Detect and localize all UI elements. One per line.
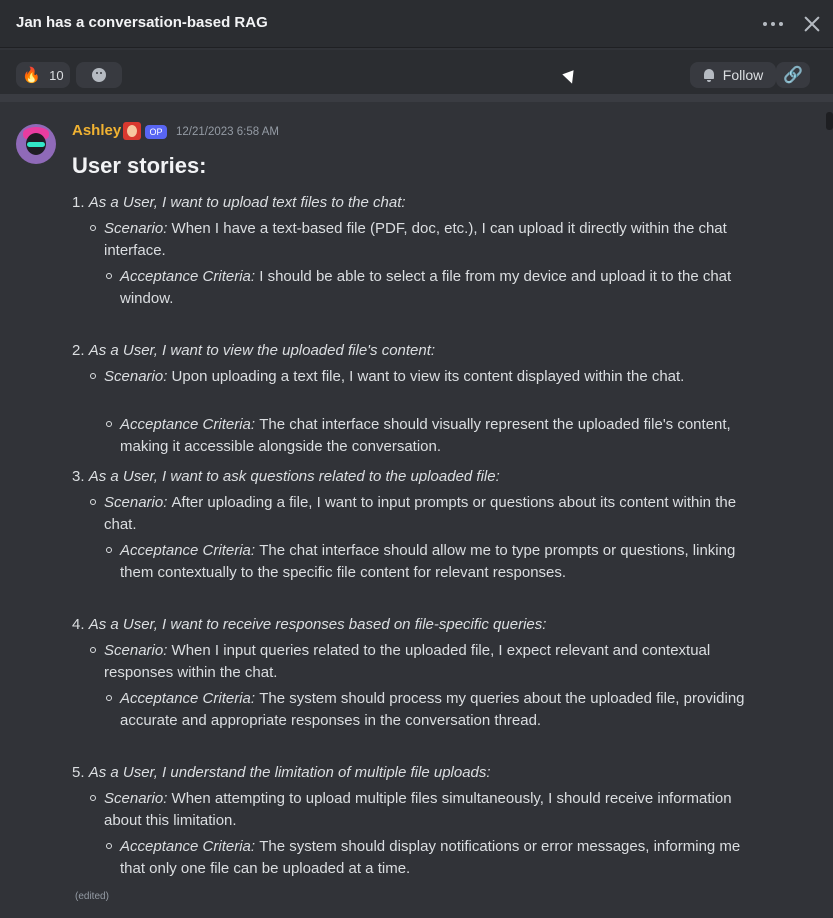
edited-label: (edited) [75, 891, 109, 902]
story-title-text: As a User, I want to upload text files t… [88, 194, 406, 211]
scenario-text: Scenario: After uploading a file, I want… [104, 494, 737, 511]
scenario-label: Scenario: [104, 642, 172, 659]
criteria-text: Acceptance Criteria: The system should d… [120, 838, 741, 855]
criteria-text: them contextually to the specific file c… [120, 564, 567, 581]
criteria-text: that only one file can be uploaded at a … [120, 860, 411, 877]
message-toolbar: 🔥 10 Follow 🔗 [0, 50, 833, 130]
scenario-bullet-icon [90, 373, 96, 379]
scenario-label: Scenario: [104, 494, 172, 511]
criteria-bullet-icon [106, 843, 112, 849]
message-timestamp: 12/21/2023 6:58 AM [176, 126, 279, 138]
message-heading: User stories: [72, 153, 207, 178]
criteria-label: Acceptance Criteria: [120, 416, 260, 433]
criteria-text: window. [120, 290, 174, 307]
close-icon[interactable] [800, 12, 824, 36]
fire-reaction-button[interactable]: 🔥 10 [16, 62, 70, 88]
story-title: 3. As a User, I want to ask questions re… [72, 468, 500, 485]
scenario-text: Scenario: When attempting to upload mult… [104, 790, 732, 807]
follow-label: Follow [722, 67, 764, 83]
scenario-label: Scenario: [104, 368, 172, 385]
add-reaction-button[interactable] [76, 62, 122, 88]
criteria-text: Acceptance Criteria: The chat interface … [120, 416, 731, 433]
scenario-text: chat. [104, 516, 137, 533]
fire-icon: 🔥 [22, 66, 42, 84]
scenario-bullet-icon [90, 499, 96, 505]
criteria-bullet-icon [106, 421, 112, 427]
criteria-bullet-icon [106, 273, 112, 279]
reaction-count: 10 [49, 67, 64, 83]
story-number: 1. [72, 194, 85, 211]
thread-header: Jan has a conversation-based RAG [0, 0, 833, 48]
author-name[interactable]: Ashley [72, 122, 121, 139]
emoji-icon [92, 68, 106, 82]
scenario-label: Scenario: [104, 790, 172, 807]
story-title: 4. As a User, I want to receive response… [72, 616, 546, 633]
story-title-text: As a User, I understand the limitation o… [88, 764, 491, 781]
link-icon: 🔗 [783, 67, 803, 84]
story-title-text: As a User, I want to view the uploaded f… [88, 342, 436, 359]
criteria-label: Acceptance Criteria: [120, 542, 260, 559]
scenario-label: Scenario: [104, 220, 172, 237]
scenario-text: Scenario: Upon uploading a text file, I … [104, 368, 685, 385]
more-options-icon[interactable] [758, 12, 788, 36]
thread-title: Jan has a conversation-based RAG [16, 14, 268, 31]
story-title: 2. As a User, I want to view the uploade… [72, 342, 435, 359]
story-title: 1. As a User, I want to upload text file… [72, 194, 406, 211]
scenario-text: Scenario: When I have a text-based file … [104, 220, 727, 237]
criteria-text: Acceptance Criteria: I should be able to… [120, 268, 732, 285]
divider [0, 94, 833, 102]
scrollbar-thumb[interactable] [826, 112, 833, 130]
criteria-text: Acceptance Criteria: The system should p… [120, 690, 745, 707]
criteria-text: accurate and appropriate responses in th… [120, 712, 542, 729]
follow-button[interactable]: Follow [690, 62, 776, 88]
copy-link-button[interactable]: 🔗 [776, 62, 810, 88]
criteria-text: making it accessible alongside the conve… [120, 438, 442, 455]
story-title: 5. As a User, I understand the limitatio… [72, 764, 491, 781]
scenario-bullet-icon [90, 795, 96, 801]
scenario-text: Scenario: When I input queries related t… [104, 642, 711, 659]
role-icon [123, 122, 141, 140]
scenario-text: about this limitation. [104, 812, 237, 829]
bell-icon [703, 68, 715, 82]
story-number: 3. [72, 468, 85, 485]
story-title-text: As a User, I want to receive responses b… [88, 616, 547, 633]
criteria-label: Acceptance Criteria: [120, 268, 260, 285]
criteria-bullet-icon [106, 547, 112, 553]
story-number: 2. [72, 342, 85, 359]
avatar[interactable] [16, 124, 56, 164]
story-number: 5. [72, 764, 85, 781]
criteria-label: Acceptance Criteria: [120, 838, 260, 855]
story-number: 4. [72, 616, 85, 633]
scenario-bullet-icon [90, 225, 96, 231]
criteria-bullet-icon [106, 695, 112, 701]
scenario-text: interface. [104, 242, 166, 259]
criteria-text: Acceptance Criteria: The chat interface … [120, 542, 736, 559]
scenario-text: responses within the chat. [104, 664, 278, 681]
scenario-bullet-icon [90, 647, 96, 653]
story-title-text: As a User, I want to ask questions relat… [88, 468, 500, 485]
op-badge: OP [145, 125, 167, 139]
criteria-label: Acceptance Criteria: [120, 690, 260, 707]
